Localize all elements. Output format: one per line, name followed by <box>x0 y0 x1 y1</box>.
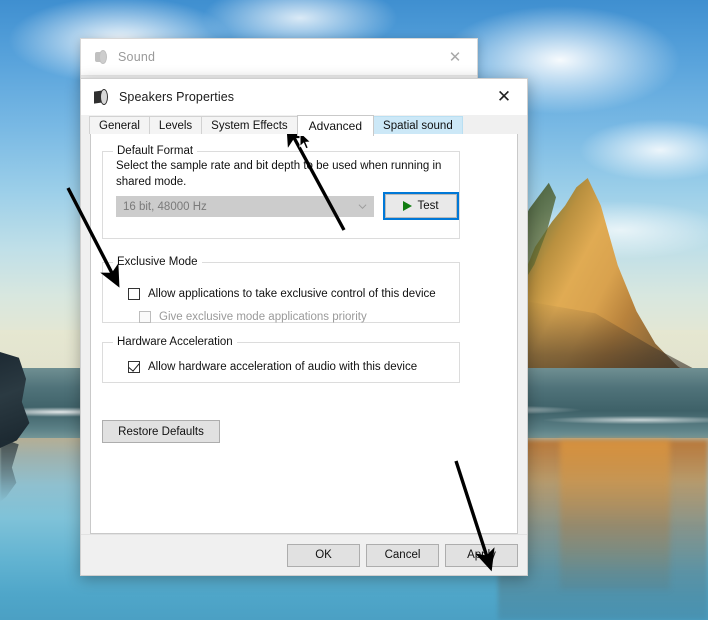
page-title: Speakers Properties <box>119 90 235 104</box>
properties-titlebar[interactable]: Speakers Properties ✕ <box>81 79 527 115</box>
ok-button[interactable]: OK <box>287 543 360 567</box>
allow-exclusive-control-checkbox[interactable] <box>128 288 140 300</box>
cancel-button[interactable]: Cancel <box>366 543 439 567</box>
advanced-tab-panel: Default Format Select the sample rate an… <box>90 133 518 534</box>
hardware-acceleration-checkbox-row[interactable]: Allow hardware acceleration of audio wit… <box>128 360 418 373</box>
tab-levels[interactable]: Levels <box>148 116 203 134</box>
speaker-properties-icon <box>93 89 109 105</box>
sound-window[interactable]: Sound ✕ <box>80 38 478 84</box>
wallpaper-cliff-reflection-highlight <box>560 440 670 590</box>
sample-rate-select-value: 16 bit, 48000 Hz <box>123 200 207 213</box>
default-format-description: Select the sample rate and bit depth to … <box>116 160 442 188</box>
tab-system-effects[interactable]: System Effects <box>201 116 298 134</box>
sample-rate-select[interactable]: 16 bit, 48000 Hz <box>116 196 374 217</box>
restore-defaults-button[interactable]: Restore Defaults <box>102 420 220 443</box>
hardware-acceleration-group: Hardware Acceleration Allow hardware acc… <box>102 336 460 383</box>
exclusive-priority-checkbox-row: Give exclusive mode applications priorit… <box>139 311 367 323</box>
close-icon[interactable]: ✕ <box>481 79 527 115</box>
close-icon[interactable]: ✕ <box>433 39 477 75</box>
test-button-label: Test <box>417 200 439 212</box>
exclusive-mode-group-title: Exclusive Mode <box>113 256 202 268</box>
exclusive-priority-label: Give exclusive mode applications priorit… <box>159 311 367 323</box>
allow-exclusive-control-checkbox-row[interactable]: Allow applications to take exclusive con… <box>128 288 436 300</box>
allow-exclusive-control-label: Allow applications to take exclusive con… <box>148 288 436 300</box>
sound-window-titlebar[interactable]: Sound ✕ <box>81 39 477 75</box>
hardware-acceleration-group-title: Hardware Acceleration <box>113 336 237 348</box>
speaker-icon <box>93 49 109 65</box>
apply-button[interactable]: Apply <box>445 543 518 567</box>
tab-general[interactable]: General <box>89 116 150 134</box>
tab-strip: General Levels System Effects Advanced S… <box>81 115 527 136</box>
hardware-acceleration-label: Allow hardware acceleration of audio wit… <box>148 361 418 373</box>
chevron-down-icon <box>358 204 367 210</box>
tab-advanced[interactable]: Advanced <box>296 115 375 136</box>
test-button[interactable]: Test <box>383 192 459 220</box>
play-icon <box>403 201 413 211</box>
sound-window-title: Sound <box>118 50 156 64</box>
hardware-acceleration-checkbox[interactable] <box>128 360 140 373</box>
exclusive-mode-group: Exclusive Mode Allow applications to tak… <box>102 256 460 323</box>
checkmark-icon <box>128 360 140 372</box>
speakers-properties-dialog[interactable]: Speakers Properties ✕ General Levels Sys… <box>80 78 528 576</box>
tab-spatial-sound[interactable]: Spatial sound <box>373 116 463 134</box>
default-format-group-title: Default Format <box>113 145 198 157</box>
dialog-footer: OK Cancel Apply <box>81 534 527 575</box>
exclusive-priority-checkbox <box>139 311 151 323</box>
